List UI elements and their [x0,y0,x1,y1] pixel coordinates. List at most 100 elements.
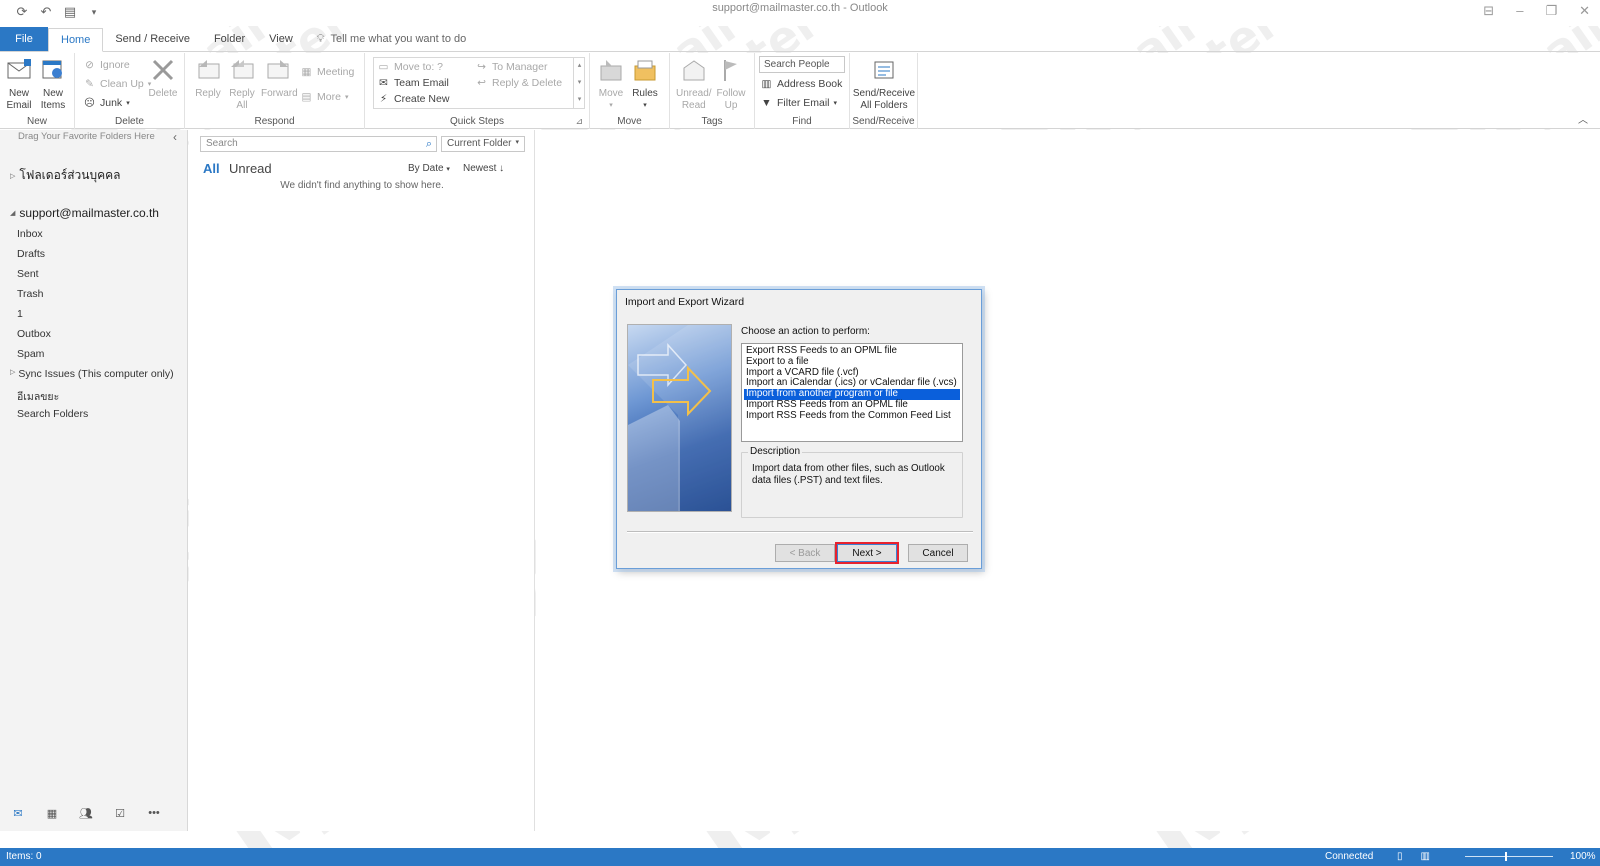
zoom-slider[interactable] [1465,856,1553,857]
quick-step-reply-delete[interactable]: ↩ Reply & Delete [475,76,562,89]
folder-drafts[interactable]: Drafts [17,248,45,260]
description-group: Description Import data from other files… [741,446,963,518]
back-button[interactable]: < Back [775,544,835,562]
lightning-icon: ⚡︎ [379,92,388,105]
group-label: Tags [701,116,723,127]
quick-step-move-to[interactable]: ▭ Move to: ? [377,60,444,73]
junk-icon: ☹ [84,96,95,109]
view-buttons: ▯ ▥ [1397,851,1430,862]
next-button[interactable]: Next > [835,542,899,564]
folder-junk-thai[interactable]: อีเมลขยะ [17,388,59,405]
quick-steps-scroll[interactable]: ▴ ▾ ▾ [573,57,585,109]
filter-email-button[interactable]: ▼ Filter Email ▾ [760,96,837,109]
zoom-slider-thumb[interactable] [1505,852,1507,861]
ribbon-group-new: New Email New Items New [0,53,75,129]
folder-inbox[interactable]: Inbox [17,228,43,240]
forward-button[interactable]: Forward [261,55,298,100]
folder-sent[interactable]: Sent [17,268,39,280]
ignore-icon: ⊘ [85,58,94,71]
ignore-button[interactable]: ⊘ Ignore [83,58,130,71]
collapse-icon: ◢ [10,210,16,217]
delete-icon [148,55,178,85]
collapse-ribbon-icon[interactable]: ︿ [1578,111,1588,126]
zoom-level[interactable]: 100% [1570,851,1596,862]
action-listbox[interactable]: Export RSS Feeds to an OPML file Export … [741,343,963,442]
account-node[interactable]: ◢ support@mailmaster.co.th [10,206,159,220]
reply-all-button[interactable]: Reply All [227,55,257,112]
address-book-icon: ▥ [761,77,772,90]
forward-icon [264,55,294,85]
new-email-button[interactable]: New Email [4,55,34,112]
collapse-folder-pane-icon[interactable]: ‹ [173,130,177,144]
send-receive-icon [869,55,899,85]
ribbon-group-send-receive: Send/Receive All Folders Send/Receive [850,53,918,129]
action-import-rss-common-feed[interactable]: Import RSS Feeds from the Common Feed Li… [744,410,960,422]
filter-all-tab[interactable]: All [203,161,220,176]
tab-send-receive[interactable]: Send / Receive [103,27,202,51]
follow-up-button[interactable]: Follow Up [716,55,746,112]
reading-view-icon[interactable]: ▥ [1421,851,1430,862]
group-label: New [26,116,47,127]
folder-trash[interactable]: Trash [17,288,43,300]
ribbon-display-options-icon[interactable]: ⊟ [1483,3,1494,19]
folder-1[interactable]: 1 [17,308,23,320]
sort-order-toggle[interactable]: Newest ↓ [463,163,504,174]
group-label: Respond [254,116,295,127]
calendar-icon: ▦ [301,65,312,78]
tell-me-box[interactable]: 💡︎ Tell me what you want to do [305,27,478,51]
favorites-hint: Drag Your Favorite Folders Here [18,131,155,142]
tasks-icon[interactable]: ☑ [112,805,128,821]
maximize-icon[interactable]: ❐ [1545,3,1557,19]
send-receive-all-button[interactable]: Send/Receive All Folders [852,55,916,112]
calendar-icon[interactable]: ▦ [44,805,60,821]
move-button[interactable]: Move ▾ [596,55,626,112]
sort-by-dropdown[interactable]: By Date ▾ [408,163,450,174]
meeting-button[interactable]: ▦ Meeting [300,65,355,78]
tab-view[interactable]: View [257,27,305,51]
folder-pane: Drag Your Favorite Folders Here ‹ ▷ โฟลเด… [0,130,188,831]
folder-outbox[interactable]: Outbox [17,328,51,340]
unread-read-button[interactable]: Unread/ Read [676,55,712,112]
cancel-button[interactable]: Cancel [908,544,968,562]
people-icon[interactable]: 👥︎ [78,805,94,821]
chevron-down-icon: ▾ [515,139,519,146]
search-input[interactable]: Search ⌕ [200,136,437,152]
tab-folder[interactable]: Folder [202,27,257,51]
quick-step-to-manager[interactable]: ↪ To Manager [475,60,547,73]
quick-step-team-email[interactable]: ✉ Team Email [377,76,449,89]
minimize-icon[interactable]: – [1516,3,1523,19]
close-icon[interactable]: ✕ [1579,3,1590,19]
tab-home[interactable]: Home [48,28,104,52]
reply-icon [193,55,223,85]
junk-button[interactable]: ☹ Junk ▾ [83,96,130,109]
mail-icon[interactable]: ✉ [10,805,26,821]
folder-sync-issues[interactable]: ▷ Sync Issues (This computer only) [10,368,174,380]
flag-icon [716,55,746,85]
normal-view-icon[interactable]: ▯ [1397,851,1403,862]
address-book-button[interactable]: ▥ Address Book [760,77,843,90]
quick-step-create-new[interactable]: ⚡︎ Create New [377,92,450,105]
group-label: Delete [115,116,144,127]
rules-button[interactable]: Rules ▾ [630,55,660,112]
item-count: Items: 0 [6,851,42,862]
new-items-button[interactable]: New Items [38,55,68,112]
more-respond-button[interactable]: ▤ More ▾ [300,90,349,103]
wizard-arrows-icon [628,325,731,511]
ribbon-group-quick-steps: ▭ Move to: ? ✉ Team Email ⚡︎ Create New ↪ To… [365,53,590,129]
action-export-file[interactable]: Export to a file [744,356,960,368]
personal-folders-node[interactable]: ▷ โฟลเดอร์ส่วนบุคคล [10,166,121,185]
filter-unread-tab[interactable]: Unread [229,161,272,176]
folder-spam[interactable]: Spam [17,348,44,360]
delete-button[interactable]: Delete [148,55,178,100]
more-icon: ▤ [301,90,312,103]
search-icon[interactable]: ⌕ [426,138,432,151]
expand-icon: ▷ [10,369,16,376]
rules-icon [630,55,660,85]
search-people-input[interactable]: Search People [759,56,845,73]
reply-button[interactable]: Reply [193,55,223,100]
search-scope-dropdown[interactable]: Current Folder ▾ [441,136,525,152]
clean-up-button[interactable]: ✎ Clean Up ▾ [83,77,151,90]
more-modules-icon[interactable]: ••• [146,805,162,821]
folder-search-folders[interactable]: Search Folders [17,408,88,420]
tab-file[interactable]: File [0,27,48,51]
